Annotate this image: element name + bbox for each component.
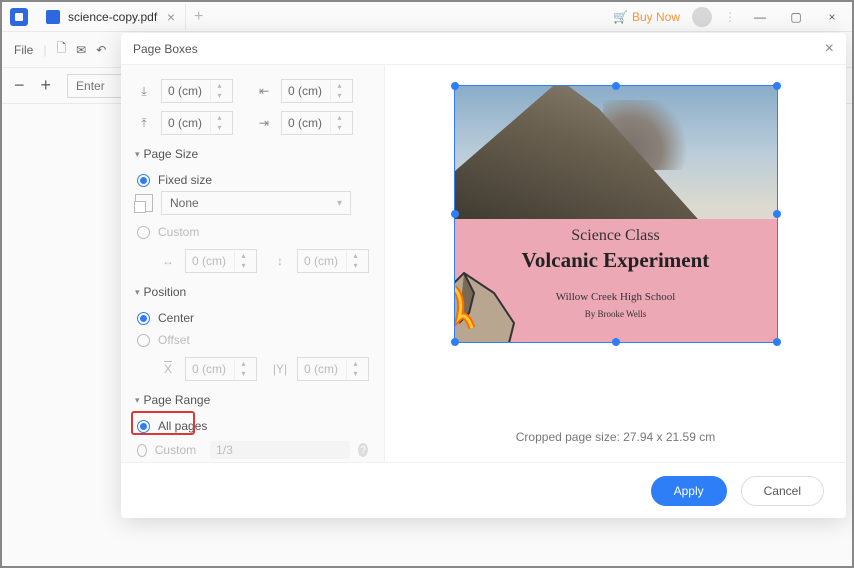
crop-handle-tl[interactable] xyxy=(451,82,459,90)
page-boxes-dialog: Page Boxes × ⤓ ▴▾ ⤒ ▴▾ xyxy=(121,33,846,518)
crop-frame[interactable] xyxy=(454,85,778,343)
offset-label: Offset xyxy=(158,333,190,347)
x-offset-input: ▴▾ xyxy=(185,357,257,381)
radio-icon xyxy=(137,226,150,239)
width-icon: ↔ xyxy=(159,252,177,270)
dialog-close-button[interactable]: × xyxy=(825,40,834,58)
x-offset-icon: X xyxy=(159,360,177,378)
position-header[interactable]: ▾Position xyxy=(135,285,370,299)
height-icon: ↕ xyxy=(271,252,289,270)
y-offset-input: ▴▾ xyxy=(297,357,369,381)
dialog-sidebar: ⤓ ▴▾ ⤒ ▴▾ ⇤ ▴▾ ⇥ xyxy=(121,65,385,462)
page-range-header[interactable]: ▾Page Range xyxy=(135,393,370,407)
page-size-select[interactable]: None ▾ xyxy=(161,191,351,215)
radio-icon xyxy=(137,174,150,187)
margin-right-input[interactable]: ▴▾ xyxy=(281,111,353,135)
radio-icon xyxy=(137,312,150,325)
margin-right-icon: ⇥ xyxy=(255,114,273,132)
margin-left-input[interactable]: ▴▾ xyxy=(281,79,353,103)
dialog-header: Page Boxes × xyxy=(121,33,846,65)
all-pages-radio[interactable]: All pages xyxy=(135,415,370,437)
crop-handle-mr[interactable] xyxy=(773,210,781,218)
page-size-value: None xyxy=(170,196,199,210)
y-offset-icon: |Y| xyxy=(271,360,289,378)
margin-top-input[interactable]: ▴▾ xyxy=(161,79,233,103)
fixed-size-label: Fixed size xyxy=(158,173,212,187)
center-radio[interactable]: Center xyxy=(135,307,370,329)
help-icon[interactable]: ? xyxy=(358,443,368,457)
width-input: ▴▾ xyxy=(185,249,257,273)
margin-top-icon: ⤓ xyxy=(135,82,153,100)
dialog-title: Page Boxes xyxy=(133,42,198,56)
margin-bottom-icon: ⤒ xyxy=(135,114,153,132)
center-label: Center xyxy=(158,311,194,325)
cancel-button[interactable]: Cancel xyxy=(741,476,824,506)
margin-left-icon: ⇤ xyxy=(255,82,273,100)
fixed-size-radio[interactable]: Fixed size xyxy=(135,169,370,191)
custom-range-radio[interactable]: Custom 1/3 ? xyxy=(135,437,370,462)
crop-handle-ml[interactable] xyxy=(451,210,459,218)
page-preview[interactable]: Science Class Volcanic Experiment Willow… xyxy=(454,85,778,343)
page-size-header[interactable]: ▾Page Size xyxy=(135,147,370,161)
radio-icon xyxy=(137,420,150,433)
chevron-down-icon: ▾ xyxy=(337,198,342,209)
crop-handle-tr[interactable] xyxy=(773,82,781,90)
custom-size-label: Custom xyxy=(158,225,199,239)
crop-handle-tm[interactable] xyxy=(612,82,620,90)
custom-range-input: 1/3 xyxy=(210,441,350,459)
custom-size-radio[interactable]: Custom xyxy=(135,221,370,243)
radio-icon xyxy=(137,444,147,457)
crop-handle-bm[interactable] xyxy=(612,338,620,346)
offset-radio[interactable]: Offset xyxy=(135,329,370,351)
all-pages-label: All pages xyxy=(158,419,207,433)
margin-bottom-input[interactable]: ▴▾ xyxy=(161,111,233,135)
crop-handle-bl[interactable] xyxy=(451,338,459,346)
height-input: ▴▾ xyxy=(297,249,369,273)
custom-range-label: Custom xyxy=(155,443,196,457)
apply-button[interactable]: Apply xyxy=(651,476,727,506)
radio-icon xyxy=(137,334,150,347)
crop-handle-br[interactable] xyxy=(773,338,781,346)
dialog-footer: Apply Cancel xyxy=(121,462,846,518)
page-size-icon xyxy=(135,194,153,212)
preview-pane: Science Class Volcanic Experiment Willow… xyxy=(385,65,846,462)
cropped-size-label: Cropped page size: 27.94 x 21.59 cm xyxy=(409,430,822,444)
